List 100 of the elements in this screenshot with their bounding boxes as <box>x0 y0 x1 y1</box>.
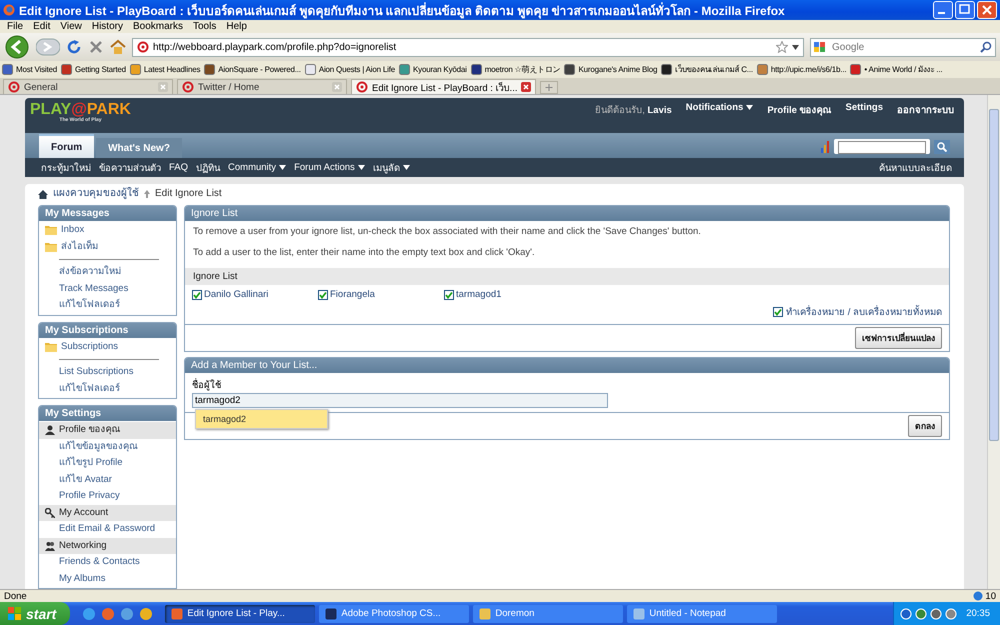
folder-icon <box>45 225 57 236</box>
sidebar-link[interactable]: Subscriptions <box>39 338 176 355</box>
tray-icon[interactable] <box>915 608 928 620</box>
search-button[interactable] <box>934 140 950 154</box>
bookmark[interactable]: • Anime World / มังงะ ... <box>850 63 942 76</box>
sidebar-group[interactable]: Networking <box>39 538 176 554</box>
sidebar-link[interactable]: แก้ไขรูป Profile <box>39 455 176 472</box>
scroll-bar[interactable] <box>987 95 1000 589</box>
sidebar-link[interactable]: Profile Privacy <box>39 488 176 504</box>
nav-link[interactable]: กระทู้มาใหม่ <box>41 160 91 175</box>
status-text: Done <box>4 590 28 602</box>
checked-checkbox-icon[interactable] <box>318 290 328 300</box>
close-icon[interactable] <box>521 82 532 92</box>
nav-link[interactable]: เมนูลัด <box>372 160 410 175</box>
menu-item[interactable]: Help <box>221 21 252 32</box>
username-field[interactable]: tarmagod2 <box>192 393 608 408</box>
star-icon[interactable] <box>776 41 788 53</box>
back-icon[interactable] <box>4 35 30 59</box>
nav-link[interactable]: Community <box>228 162 286 173</box>
sidebar-link[interactable]: List Subscriptions <box>39 364 176 380</box>
sidebar-link[interactable]: แก้ไขโฟลเดอร์ <box>39 297 176 314</box>
menu-item[interactable]: Edit <box>28 21 56 32</box>
user-link[interactable]: tarmagod1 <box>456 289 502 300</box>
bar-chart-icon[interactable] <box>821 140 830 152</box>
sidebar-link[interactable]: Inbox <box>39 222 176 238</box>
sidebar-link[interactable]: แก้ไขโฟลเดอร์ <box>39 380 176 397</box>
sidebar-link[interactable]: Track Messages <box>39 280 176 297</box>
search-field[interactable] <box>838 141 926 154</box>
nav-link[interactable]: FAQ <box>169 162 188 173</box>
bookmark[interactable]: Kurogane's Anime Blog <box>564 64 658 75</box>
sidebar-link[interactable]: My Albums <box>39 570 176 587</box>
suggestion-item[interactable]: tarmagod2 <box>195 409 328 429</box>
header-link[interactable]: Notifications <box>686 102 754 113</box>
sidebar-group[interactable]: My Account <box>39 504 176 521</box>
quick-launch-icon[interactable] <box>82 606 96 620</box>
browser-tab[interactable]: General <box>3 79 173 94</box>
sidebar-link[interactable]: Edit Email & Password <box>39 521 176 538</box>
menu-item[interactable]: Bookmarks <box>128 21 188 32</box>
quick-launch-icon[interactable] <box>101 606 116 620</box>
taskbar-button[interactable]: Edit Ignore List - Play... <box>165 604 316 622</box>
new-tab-icon[interactable] <box>540 81 558 94</box>
bookmark[interactable]: Most Visited <box>2 64 58 75</box>
nav-link[interactable]: Forum Actions <box>294 162 365 173</box>
menu-item[interactable]: View <box>55 21 87 32</box>
bookmark[interactable]: AionSquare - Powered... <box>204 64 301 75</box>
bookmark[interactable]: เว็บของคนเล่นเกมส์ C... <box>661 63 753 76</box>
welcome-text: ยินดีต้อนรับ, Lavis <box>595 104 672 117</box>
browser-tab[interactable]: Twitter / Home <box>177 79 347 94</box>
sidebar-link[interactable]: ส่งไอเท็ม <box>39 238 176 255</box>
home-icon[interactable] <box>38 190 48 198</box>
minimize-icon[interactable] <box>933 1 953 19</box>
header-link[interactable]: ออกจากระบบ <box>897 102 954 117</box>
close-icon[interactable] <box>977 1 997 19</box>
nav-link[interactable]: ข้อความส่วนตัว <box>99 160 161 175</box>
bookmark[interactable]: Getting Started <box>61 64 126 75</box>
reload-icon[interactable] <box>66 39 82 55</box>
sidebar-link[interactable]: แก้ไข Avatar <box>39 472 176 488</box>
search-box[interactable]: Google <box>810 38 996 56</box>
browser-tab[interactable]: Edit Ignore List - PlayBoard : เว็บ... <box>351 79 536 94</box>
quick-launch-icon[interactable] <box>139 606 154 620</box>
menu-item[interactable]: File <box>2 21 28 32</box>
bookmark[interactable]: http://upic.me/i/s6/1b... <box>756 64 846 75</box>
forward-icon[interactable] <box>36 38 60 56</box>
address-bar[interactable]: http://webboard.playpark.com/profile.php?do=ignorelist <box>132 38 804 56</box>
user-link[interactable]: Fiorangela <box>330 289 375 300</box>
menu-item[interactable]: Tools <box>188 21 222 32</box>
nav-link[interactable]: ค้นหาแบบละเอียด <box>879 160 952 175</box>
menu-item[interactable]: History <box>86 21 128 32</box>
header-link[interactable]: Profile ของคุณ <box>767 102 832 117</box>
sidebar-group[interactable]: Profile ของคุณ <box>39 422 176 438</box>
header-link[interactable]: Settings <box>846 102 883 113</box>
bookmark[interactable]: Kyouran Kyōdai <box>399 64 467 75</box>
caret-icon <box>402 165 410 170</box>
stop-icon[interactable] <box>88 39 104 55</box>
bookmark[interactable]: Aion Quests | Aion Life <box>304 64 396 75</box>
breadcrumb-link[interactable]: แผงควบคุมของผู้ใช้ <box>53 188 139 200</box>
forum-tab[interactable]: Forum <box>39 134 94 158</box>
checked-checkbox-icon[interactable] <box>773 306 784 316</box>
tray-icon[interactable] <box>945 608 958 620</box>
taskbar-button[interactable]: Untitled - Notepad <box>627 604 778 622</box>
taskbar-button[interactable]: Doremon <box>473 604 624 622</box>
sidebar-link[interactable]: Friends & Contacts <box>39 554 176 570</box>
sidebar-link[interactable]: ส่งข้อความใหม่ <box>39 264 176 280</box>
nav-link[interactable]: ปฏิทิน <box>196 160 220 175</box>
sidebar-link[interactable]: แก้ไขข้อมูลของคุณ <box>39 438 176 455</box>
save-button[interactable]: เซฟการเปลี่ยนแปลง <box>855 327 942 349</box>
user-link[interactable]: Danilo Gallinari <box>204 289 268 300</box>
search-icon[interactable] <box>980 41 992 53</box>
search-box[interactable] <box>834 139 930 154</box>
taskbar-button[interactable]: Adobe Photoshop CS... <box>319 604 470 622</box>
bookmark[interactable]: Latest Headlines <box>130 64 200 75</box>
bookmark[interactable]: moetron ☆萌えトロン <box>470 64 560 75</box>
tray-icon[interactable] <box>930 608 942 620</box>
maximize-icon[interactable] <box>955 1 975 19</box>
quick-launch-icon[interactable] <box>120 606 134 620</box>
forum-tab[interactable]: What's New? <box>96 138 182 158</box>
checked-checkbox-icon[interactable] <box>444 290 454 300</box>
tray-icon[interactable] <box>900 608 912 620</box>
checked-checkbox-icon[interactable] <box>192 290 202 300</box>
okay-button[interactable]: ตกลง <box>908 415 942 437</box>
